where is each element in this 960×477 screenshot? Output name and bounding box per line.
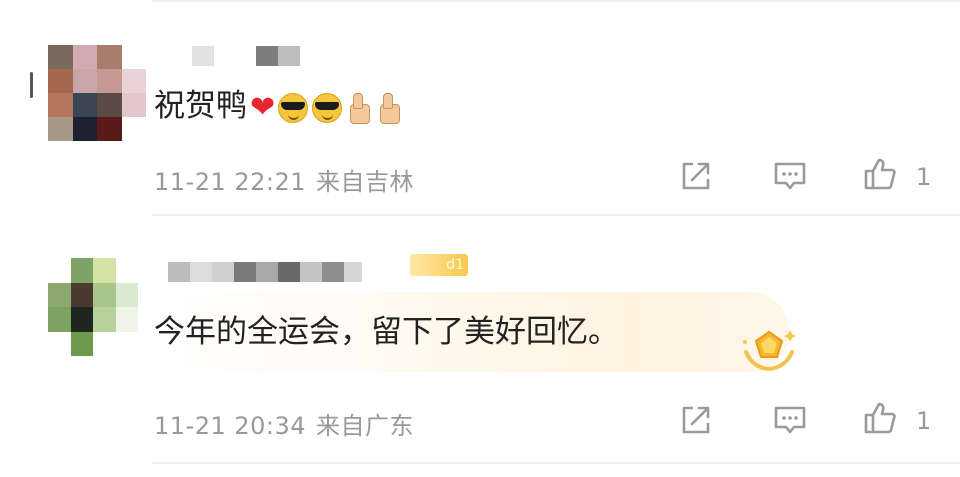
thumbs-up-icon: [348, 92, 371, 124]
vip-level-badge: d1: [410, 254, 468, 276]
like-icon[interactable]: [862, 400, 898, 436]
like-icon[interactable]: [862, 156, 898, 192]
comment-meta: 11-21 20:34 来自广东: [154, 406, 414, 441]
comment-text: 今年的全运会，留下了美好回忆。: [154, 314, 619, 350]
comment-text: 祝贺鸭 ❤: [154, 86, 404, 126]
decor-tick: [30, 72, 33, 98]
comment-icon[interactable]: [772, 402, 808, 438]
top-divider: [152, 0, 960, 2]
username-mosaic[interactable]: [168, 262, 362, 282]
emoji-row: ❤: [249, 89, 404, 125]
avatar[interactable]: [48, 45, 146, 141]
share-icon[interactable]: [678, 402, 714, 438]
medal-icon: [743, 330, 796, 372]
comment-divider: [152, 214, 960, 216]
thumbs-up-icon: [378, 92, 401, 124]
comment-location: 来自吉林: [316, 168, 415, 196]
sunglasses-face-icon: [278, 92, 309, 123]
comment-date: 11-21 20:34: [154, 412, 307, 440]
like-count: 1: [916, 407, 932, 435]
comment-meta: 11-21 22:21 来自吉林: [154, 162, 414, 197]
comment-date: 11-21 22:21: [154, 168, 307, 196]
sunglasses-face-icon: [312, 92, 343, 123]
share-icon[interactable]: [678, 158, 714, 194]
like-count: 1: [916, 163, 932, 191]
username-mosaic[interactable]: [192, 46, 300, 66]
comment-body: 祝贺鸭: [154, 88, 247, 124]
avatar[interactable]: [48, 258, 138, 356]
red-heart-icon: ❤: [250, 89, 276, 125]
comment-divider: [152, 462, 960, 464]
comment-icon[interactable]: [772, 158, 808, 194]
comment-location: 来自广东: [316, 412, 415, 440]
